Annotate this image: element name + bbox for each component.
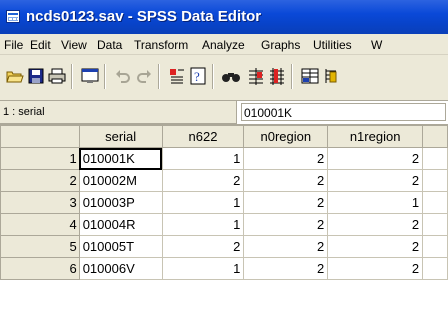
toolbar-separator (291, 64, 293, 89)
data-cell[interactable] (422, 235, 448, 258)
data-cell[interactable] (422, 257, 448, 280)
table-row: 3 010003P 1 2 1 (0, 191, 448, 214)
toolbar-separator (104, 64, 106, 89)
data-cell[interactable]: 010005T (78, 235, 163, 258)
menu-analyze[interactable]: Analyze (202, 38, 245, 52)
weight-cases-icon[interactable] (320, 65, 342, 87)
data-cell[interactable]: 2 (327, 213, 424, 236)
data-cell[interactable]: 2 (327, 257, 424, 280)
cell-value-field[interactable]: 010001K (241, 103, 446, 121)
data-cell[interactable]: 2 (161, 169, 245, 192)
row-header[interactable]: 2 (0, 169, 80, 192)
row-header[interactable]: 4 (0, 213, 80, 236)
cell-editor-bar: 1 : serial 010001K (0, 101, 448, 125)
table-row: 4 010004R 1 2 2 (0, 213, 448, 236)
menu-edit[interactable]: Edit (30, 38, 51, 52)
data-cell[interactable]: 1 (161, 147, 245, 170)
toolbar: ? (0, 55, 448, 101)
spss-data-editor-icon[interactable] (6, 10, 20, 23)
menu-data[interactable]: Data (97, 38, 122, 52)
column-header-n1region[interactable]: n1region (327, 125, 424, 148)
undo-icon[interactable] (112, 65, 134, 87)
toolbar-separator (158, 64, 160, 89)
title-bar: ncds0123.sav - SPSS Data Editor (0, 0, 448, 34)
data-cell[interactable]: 1 (161, 191, 245, 214)
table-row: 5 010005T 2 2 2 (0, 235, 448, 258)
insert-case-icon[interactable] (245, 65, 267, 87)
data-cell[interactable] (422, 147, 448, 170)
data-cell[interactable]: 1 (327, 191, 424, 214)
data-cell[interactable] (422, 191, 448, 214)
split-file-icon[interactable] (299, 65, 321, 87)
menu-view[interactable]: View (61, 38, 87, 52)
data-cell[interactable]: 2 (161, 235, 245, 258)
data-cell[interactable]: 2 (243, 213, 329, 236)
grid-corner[interactable] (0, 125, 80, 148)
data-cell[interactable]: 010003P (78, 191, 163, 214)
data-cell[interactable]: 2 (243, 257, 329, 280)
data-cell[interactable] (422, 169, 448, 192)
menu-window[interactable]: W (371, 38, 382, 52)
data-cell[interactable]: 2 (243, 147, 329, 170)
variables-icon[interactable]: ? (187, 65, 209, 87)
row-header[interactable]: 6 (0, 257, 80, 280)
column-header-n622[interactable]: n622 (161, 125, 245, 148)
open-icon[interactable] (4, 65, 26, 87)
table-row: 6 010006V 1 2 2 (0, 257, 448, 280)
data-cell[interactable]: 010002M (78, 169, 163, 192)
data-cell[interactable]: 1 (161, 257, 245, 280)
dialog-recall-icon[interactable] (79, 65, 101, 87)
data-cell[interactable] (422, 213, 448, 236)
row-header[interactable]: 3 (0, 191, 80, 214)
data-cell[interactable]: 2 (243, 235, 329, 258)
data-cell[interactable]: 2 (243, 191, 329, 214)
data-cell[interactable]: 010001K (78, 147, 163, 170)
data-cell[interactable]: 1 (161, 213, 245, 236)
data-cell[interactable]: 2 (327, 169, 424, 192)
data-cell[interactable]: 010006V (78, 257, 163, 280)
table-row: 1 010001K 1 2 2 (0, 147, 448, 170)
data-cell[interactable]: 2 (243, 169, 329, 192)
toolbar-separator (212, 64, 214, 89)
data-cell[interactable]: 010004R (78, 213, 163, 236)
toolbar-separator (71, 64, 73, 89)
window-title: ncds0123.sav - SPSS Data Editor (26, 8, 262, 25)
insert-variable-icon[interactable] (266, 65, 288, 87)
row-header[interactable]: 1 (0, 147, 80, 170)
column-header-n0region[interactable]: n0region (243, 125, 329, 148)
table-row: 2 010002M 2 2 2 (0, 169, 448, 192)
menu-file[interactable]: File (4, 38, 23, 52)
svg-text:?: ? (194, 69, 200, 84)
data-grid: serial n622 n0region n1region 1 010001K … (0, 125, 448, 323)
save-icon[interactable] (25, 65, 47, 87)
menu-graphs[interactable]: Graphs (261, 38, 300, 52)
data-cell[interactable]: 2 (327, 235, 424, 258)
menu-utilities[interactable]: Utilities (313, 38, 352, 52)
cell-reference: 1 : serial (0, 101, 237, 124)
redo-icon[interactable] (133, 65, 155, 87)
menu-bar: File Edit View Data Transform Analyze Gr… (0, 34, 448, 55)
menu-transform[interactable]: Transform (134, 38, 188, 52)
goto-case-icon[interactable] (166, 65, 188, 87)
find-icon[interactable] (220, 65, 242, 87)
data-cell[interactable]: 2 (327, 147, 424, 170)
print-icon[interactable] (46, 65, 68, 87)
row-header[interactable]: 5 (0, 235, 80, 258)
column-header-serial[interactable]: serial (78, 125, 163, 148)
column-header-empty[interactable] (422, 125, 448, 148)
